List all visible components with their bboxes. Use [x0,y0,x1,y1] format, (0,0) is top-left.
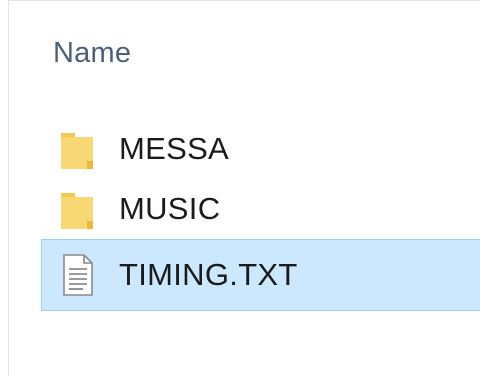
text-file-icon [57,253,97,297]
file-name: TIMING.TXT [119,257,298,292]
file-list: MESSA MUSIC TIMING.TXT [9,119,480,311]
file-name: MESSA [119,131,230,166]
name-column-header[interactable]: Name [53,37,131,70]
folder-icon [57,187,97,231]
file-row-music[interactable]: MUSIC [9,179,480,239]
file-name: MUSIC [119,191,221,226]
file-row-timing-txt[interactable]: TIMING.TXT [41,239,480,311]
file-list-pane: Name MESSA MUSIC TIMING.TXT [8,0,480,376]
file-row-messa[interactable]: MESSA [9,119,480,179]
folder-icon [57,127,97,171]
